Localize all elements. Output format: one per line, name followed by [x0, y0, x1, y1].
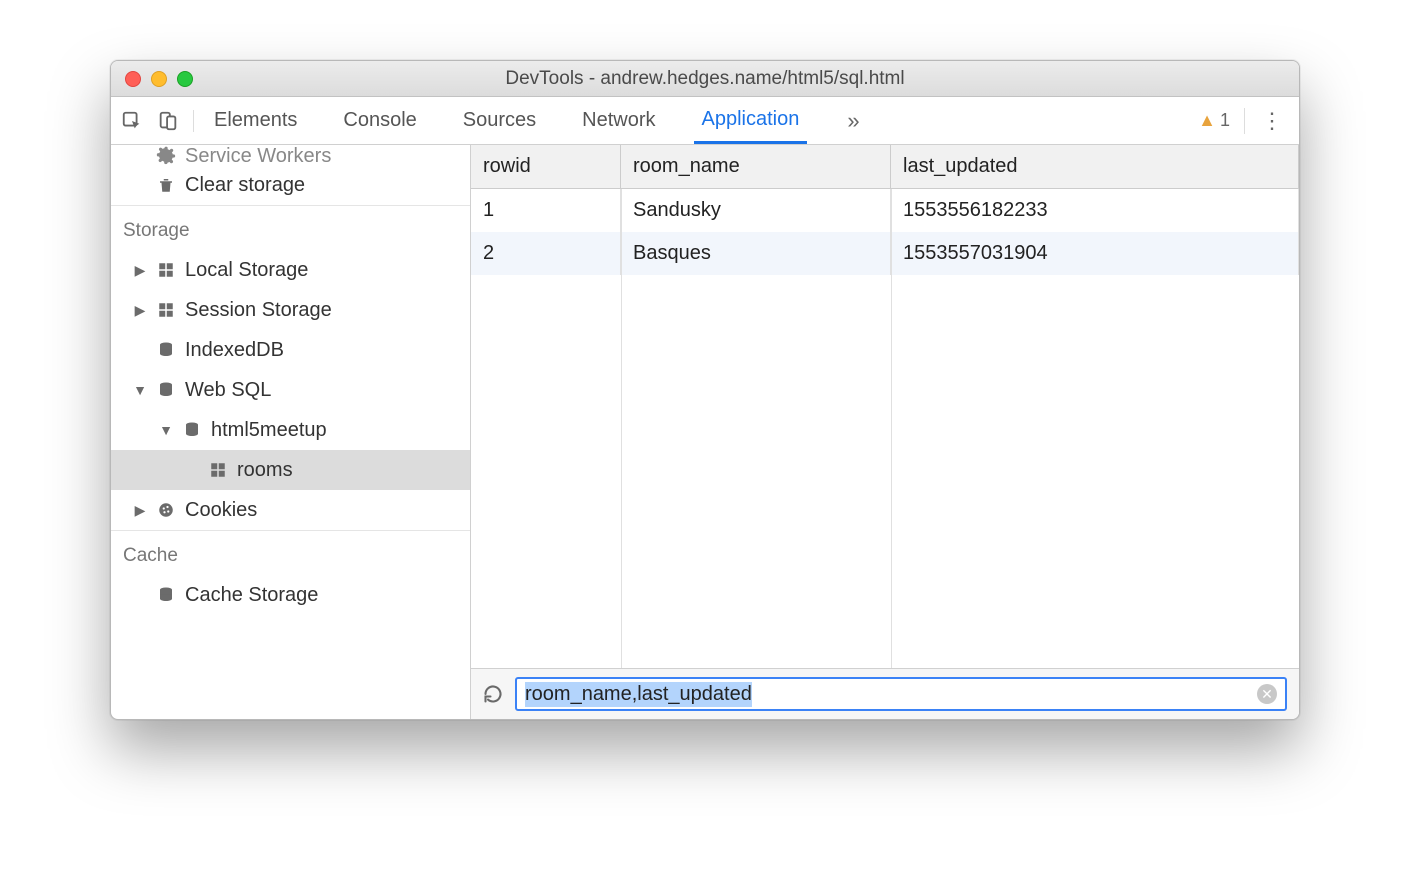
minimize-window-button[interactable]	[151, 71, 167, 87]
db-icon	[155, 381, 177, 399]
cell-rowid: 1	[471, 189, 621, 232]
sidebar-item-label: html5meetup	[211, 419, 327, 442]
query-input-container[interactable]: room_name,last_updated ✕	[515, 677, 1287, 711]
sidebar-item-clear-storage[interactable]: Clear storage	[111, 165, 470, 205]
grid-icon	[155, 301, 177, 319]
warnings-badge[interactable]: ▲ 1	[1198, 110, 1230, 131]
sidebar-item-label: Web SQL	[185, 379, 271, 402]
column-header-rowid[interactable]: rowid	[471, 145, 621, 188]
devtools-window: DevTools - andrew.hedges.name/html5/sql.…	[110, 60, 1300, 720]
sidebar-item-label: Session Storage	[185, 299, 332, 322]
collapse-arrow-icon: ▼	[159, 422, 173, 438]
application-sidebar: Service Workers Clear storage Storage ▶ …	[111, 145, 471, 719]
table-header-row: rowid room_name last_updated	[471, 145, 1299, 189]
warning-icon: ▲	[1198, 110, 1216, 131]
devtools-tabbar: Elements Console Sources Network Applica…	[111, 97, 1299, 145]
tab-sources[interactable]: Sources	[455, 97, 544, 144]
query-bar: room_name,last_updated ✕	[471, 669, 1299, 719]
more-tabs-icon[interactable]: »	[837, 108, 869, 134]
data-table: rowid room_name last_updated 1 Sandusky …	[471, 145, 1299, 669]
table-row[interactable]: 2 Basques 1553557031904	[471, 232, 1299, 275]
grid-icon	[155, 261, 177, 279]
column-header-last-updated[interactable]: last_updated	[891, 145, 1299, 188]
query-input[interactable]: room_name,last_updated	[525, 682, 752, 707]
device-toggle-icon[interactable]	[157, 110, 179, 132]
sidebar-section-storage: Storage	[111, 205, 470, 250]
table-row[interactable]: 1 Sandusky 1553556182233	[471, 189, 1299, 232]
tab-network[interactable]: Network	[574, 97, 663, 144]
sidebar-item-cookies[interactable]: ▶ Cookies	[111, 490, 470, 530]
sidebar-item-table-rooms[interactable]: rooms	[111, 450, 470, 490]
column-header-room-name[interactable]: room_name	[621, 145, 891, 188]
window-controls	[111, 71, 193, 87]
table-panel: rowid room_name last_updated 1 Sandusky …	[471, 145, 1299, 719]
maximize-window-button[interactable]	[177, 71, 193, 87]
titlebar: DevTools - andrew.hedges.name/html5/sql.…	[111, 61, 1299, 97]
sidebar-item-service-workers[interactable]: Service Workers	[111, 145, 470, 165]
panel-tabs: Elements Console Sources Network Applica…	[206, 97, 870, 144]
expand-arrow-icon: ▶	[133, 262, 147, 279]
sidebar-item-label: Service Workers	[185, 145, 331, 165]
warnings-count: 1	[1220, 110, 1230, 131]
cell-rowid: 2	[471, 232, 621, 275]
sidebar-item-indexeddb[interactable]: IndexedDB	[111, 330, 470, 370]
trash-icon	[155, 176, 177, 194]
db-icon	[181, 421, 203, 439]
db-icon	[155, 341, 177, 359]
cell-last-updated: 1553556182233	[891, 189, 1299, 232]
gear-icon	[155, 145, 177, 165]
sidebar-item-web-sql[interactable]: ▼ Web SQL	[111, 370, 470, 410]
collapse-arrow-icon: ▼	[133, 382, 147, 398]
sidebar-item-label: Local Storage	[185, 259, 308, 282]
cell-last-updated: 1553557031904	[891, 232, 1299, 275]
sidebar-item-label: IndexedDB	[185, 339, 284, 362]
table-body: 1 Sandusky 1553556182233 2 Basques 15535…	[471, 189, 1299, 668]
cookie-icon	[155, 501, 177, 519]
sidebar-item-database-html5meetup[interactable]: ▼ html5meetup	[111, 410, 470, 450]
sidebar-item-label: rooms	[237, 459, 293, 482]
main-area: Service Workers Clear storage Storage ▶ …	[111, 145, 1299, 719]
expand-arrow-icon: ▶	[133, 502, 147, 519]
devtools-menu-icon[interactable]: ⋮	[1244, 108, 1289, 134]
clear-input-icon[interactable]: ✕	[1257, 684, 1277, 704]
cell-room-name: Sandusky	[621, 189, 891, 232]
sidebar-item-cache-storage[interactable]: Cache Storage	[111, 575, 470, 615]
sidebar-item-label: Cookies	[185, 499, 257, 522]
sidebar-item-label: Clear storage	[185, 174, 305, 197]
inspect-icon[interactable]	[121, 110, 143, 132]
tab-elements[interactable]: Elements	[206, 97, 305, 144]
cell-room-name: Basques	[621, 232, 891, 275]
grid-icon	[207, 461, 229, 479]
tab-application[interactable]: Application	[694, 97, 808, 144]
close-window-button[interactable]	[125, 71, 141, 87]
tab-console[interactable]: Console	[335, 97, 424, 144]
refresh-icon[interactable]	[483, 684, 503, 704]
sidebar-item-local-storage[interactable]: ▶ Local Storage	[111, 250, 470, 290]
db-icon	[155, 586, 177, 604]
sidebar-item-label: Cache Storage	[185, 584, 318, 607]
sidebar-section-cache: Cache	[111, 530, 470, 575]
expand-arrow-icon: ▶	[133, 302, 147, 319]
window-title: DevTools - andrew.hedges.name/html5/sql.…	[505, 68, 904, 90]
sidebar-item-session-storage[interactable]: ▶ Session Storage	[111, 290, 470, 330]
